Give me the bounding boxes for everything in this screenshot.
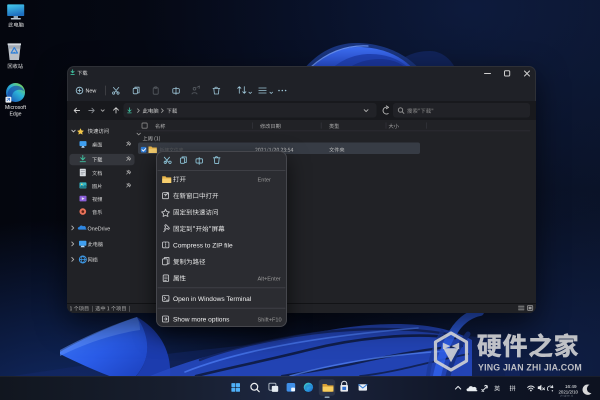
- svg-text:YING JIAN ZHI JIA.COM: YING JIAN ZHI JIA.COM: [478, 362, 582, 372]
